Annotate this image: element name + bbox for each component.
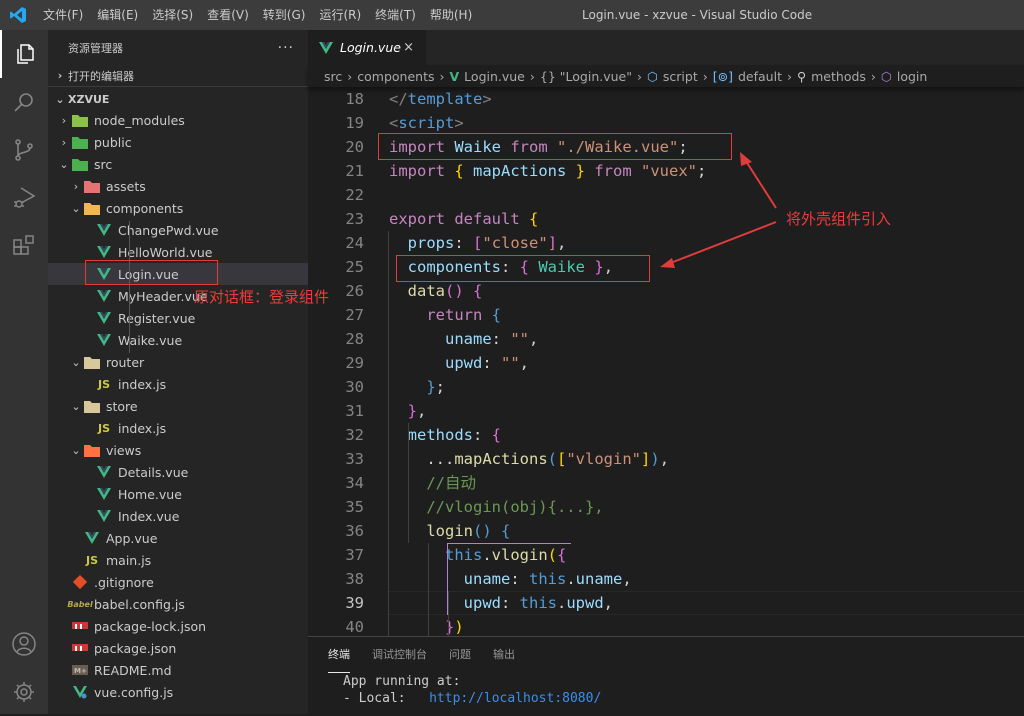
vue-file-icon: V [449,68,460,84]
terminal-output[interactable]: App running at: - Local: http://localhos… [308,673,1024,707]
breadcrumb: src › components › V Login.vue ›{} "Login.vue"… [308,65,1024,87]
panel-tab[interactable]: 调试控制台 [372,637,427,673]
panel-tab[interactable]: 终端 [328,637,350,673]
panel-tab[interactable]: 问题 [449,637,471,673]
terminal-line: App running at: [343,674,461,689]
bottom-panel: 终端 调试控制台 问题 输出 App running at: - Local: htt… [308,636,1024,714]
breadcrumb-item[interactable]: {} "Login.vue" [540,69,632,84]
breadcrumb-separator-icon: › [702,68,708,84]
breadcrumb-separator-icon: › [529,68,535,84]
breadcrumb-separator-icon: › [636,68,642,84]
breadcrumb-item[interactable]: methods [811,69,866,84]
terminal-local-url[interactable]: http://localhost:8080/ [429,691,601,706]
breadcrumb-item[interactable]: login [897,69,927,84]
breadcrumb-separator-icon: › [870,68,876,84]
default-variable-icon: [⊚] [712,68,733,84]
terminal-line: - Local: http://localhost:8080/ [343,690,1024,707]
breadcrumb-item[interactable]: src [324,69,342,84]
script-cube-icon: ⬡ [646,68,658,84]
annotation-arrows [660,152,777,268]
breadcrumb-separator-icon: › [786,68,792,84]
panel-tabs: 终端 调试控制台 问题 输出 [308,637,1024,673]
breadcrumb-separator-icon: › [439,68,445,84]
method-cube-icon: ⬡ [880,68,892,84]
breadcrumb-item[interactable]: components [357,69,434,84]
breadcrumb-item[interactable]: Login.vue [464,69,525,84]
breadcrumb-item[interactable]: default [738,69,782,84]
breadcrumb-separator-icon: › [347,68,353,84]
breadcrumb-item[interactable]: script [663,69,698,84]
panel-tab[interactable]: 输出 [493,637,515,673]
wrench-icon: ⚲ [796,68,807,84]
terminal-local-label: - Local: [343,691,430,706]
